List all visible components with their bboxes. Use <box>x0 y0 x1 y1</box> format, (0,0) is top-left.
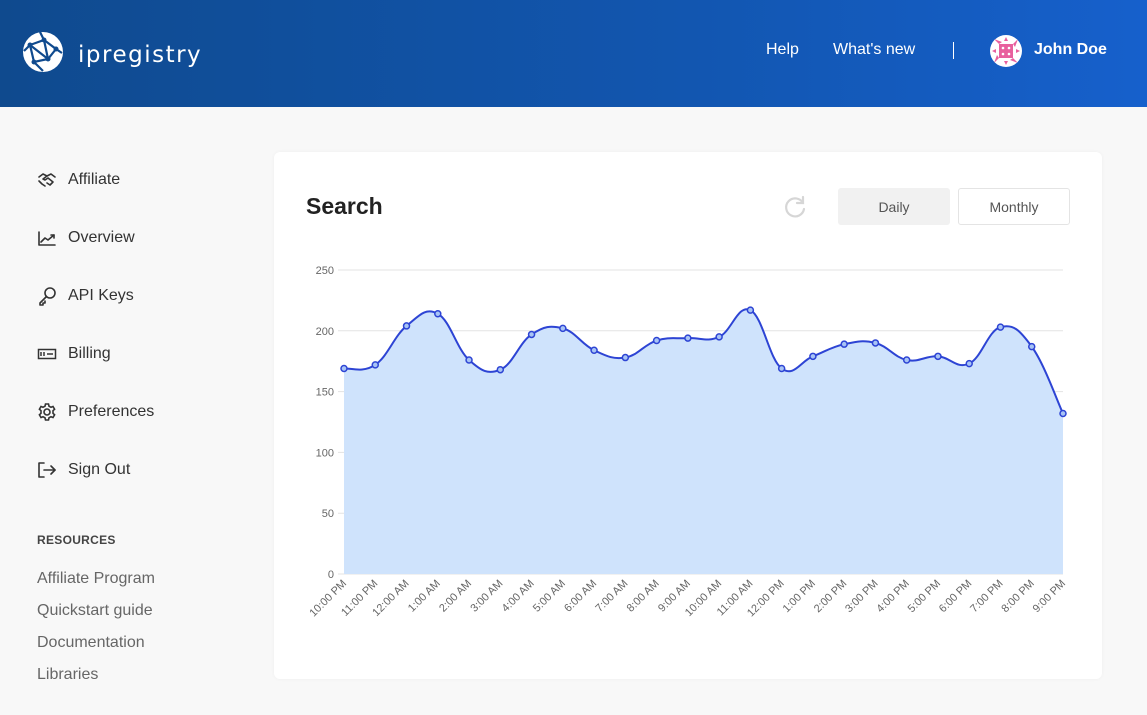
series-area-fill <box>344 309 1063 574</box>
data-point <box>902 356 911 364</box>
y-tick-label: 0 <box>328 569 334 581</box>
data-point <box>434 310 442 318</box>
x-tick-label: 5:00 PM <box>906 578 943 615</box>
x-tick-label: 8:00 AM <box>625 578 662 615</box>
y-tick-label: 150 <box>316 387 334 399</box>
data-point <box>621 353 630 362</box>
data-point <box>684 334 692 342</box>
data-point <box>996 323 1005 331</box>
data-point <box>1027 342 1036 351</box>
x-tick-label: 6:00 AM <box>562 578 599 615</box>
y-tick-label: 50 <box>322 508 334 520</box>
x-tick-label: 1:00 AM <box>406 578 443 615</box>
data-point <box>465 356 473 364</box>
y-tick-label: 250 <box>316 265 334 277</box>
data-point <box>496 365 505 374</box>
x-tick-label: 3:00 PM <box>843 578 880 615</box>
data-point <box>777 364 786 373</box>
search-area-chart: 05010015020025010:00 PM11:00 PM12:00 AM1… <box>307 265 1068 619</box>
data-point <box>965 359 973 368</box>
x-tick-label: 4:00 PM <box>874 578 911 615</box>
data-point <box>809 352 817 361</box>
data-point <box>652 336 661 345</box>
x-tick-label: 4:00 AM <box>500 578 537 615</box>
data-point <box>371 361 380 369</box>
data-point <box>590 346 598 355</box>
x-tick-label: 7:00 PM <box>968 578 1005 615</box>
x-tick-label: 9:00 PM <box>1031 578 1068 615</box>
x-tick-label: 6:00 PM <box>937 578 974 615</box>
data-point <box>402 322 411 330</box>
data-point <box>840 340 848 348</box>
y-tick-label: 200 <box>316 326 334 338</box>
data-point <box>715 333 723 341</box>
x-tick-label: 7:00 AM <box>593 578 630 615</box>
data-point <box>746 306 755 314</box>
x-tick-label: 5:00 AM <box>531 578 568 615</box>
data-point <box>559 324 567 333</box>
x-tick-label: 8:00 PM <box>999 578 1036 615</box>
data-point <box>934 352 942 361</box>
x-tick-label: 1:00 PM <box>781 578 818 615</box>
data-point <box>1059 409 1067 418</box>
data-point <box>340 364 348 373</box>
data-point <box>871 339 880 347</box>
x-tick-label: 2:00 AM <box>437 578 474 615</box>
x-tick-label: 3:00 AM <box>468 578 505 615</box>
data-point <box>527 330 536 339</box>
y-tick-label: 100 <box>316 447 334 459</box>
x-tick-label: 2:00 PM <box>812 578 849 615</box>
